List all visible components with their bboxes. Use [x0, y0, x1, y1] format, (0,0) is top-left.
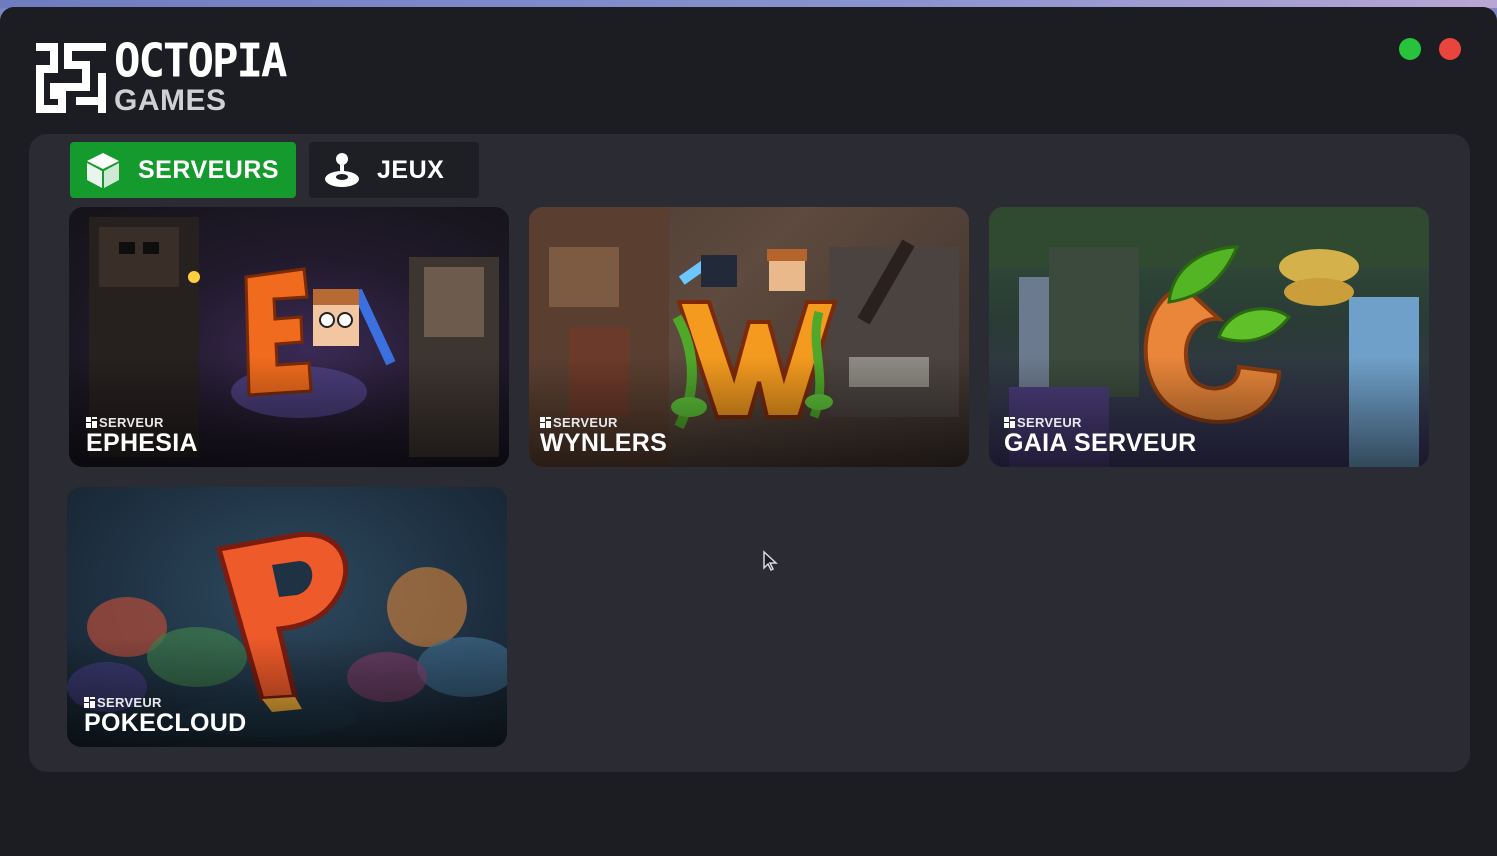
- launcher-window: OCTOPIA GAMES SERVEURS JEUX SERVEUR EPHE…: [0, 7, 1497, 856]
- server-card-pokecloud[interactable]: SERVEUR POKECLOUD: [67, 487, 507, 747]
- server-grid-icon: [86, 417, 97, 428]
- joystick-icon: [323, 151, 361, 189]
- tab-servers-label: SERVEURS: [138, 155, 280, 184]
- close-button[interactable]: [1439, 38, 1461, 60]
- server-name: POKECLOUD: [84, 709, 247, 737]
- server-name: WYNLERS: [540, 429, 668, 457]
- octopia-logo-icon: [36, 43, 106, 113]
- server-kind-label: SERVEUR: [553, 415, 618, 430]
- minimize-button[interactable]: [1399, 38, 1421, 60]
- server-kind-label: SERVEUR: [97, 695, 162, 710]
- tab-servers[interactable]: SERVEURS: [70, 142, 296, 198]
- logo-title: OCTOPIA: [114, 34, 287, 89]
- tab-games-label: JEUX: [377, 155, 445, 184]
- server-kind-label: SERVEUR: [1017, 415, 1082, 430]
- server-card-ephesia[interactable]: SERVEUR EPHESIA: [69, 207, 509, 467]
- mouse-cursor-icon: [763, 550, 778, 572]
- server-card-gaia[interactable]: SERVEUR GAIA SERVEUR: [989, 207, 1429, 467]
- logo-subtitle: GAMES: [114, 84, 227, 117]
- server-grid-icon: [1004, 417, 1015, 428]
- main-panel: SERVEURS JEUX SERVEUR EPHESIA SERVEUR WY…: [29, 134, 1470, 772]
- server-card-wynlers[interactable]: SERVEUR WYNLERS: [529, 207, 969, 467]
- server-name: EPHESIA: [86, 429, 198, 457]
- server-kind-label: SERVEUR: [99, 415, 164, 430]
- tab-games[interactable]: JEUX: [309, 142, 479, 198]
- category-tabs: SERVEURS JEUX: [70, 142, 479, 198]
- cube-icon: [84, 151, 122, 189]
- server-grid-icon: [84, 697, 95, 708]
- app-logo: OCTOPIA GAMES: [36, 34, 287, 117]
- server-grid-icon: [540, 417, 551, 428]
- server-name: GAIA SERVEUR: [1004, 429, 1197, 457]
